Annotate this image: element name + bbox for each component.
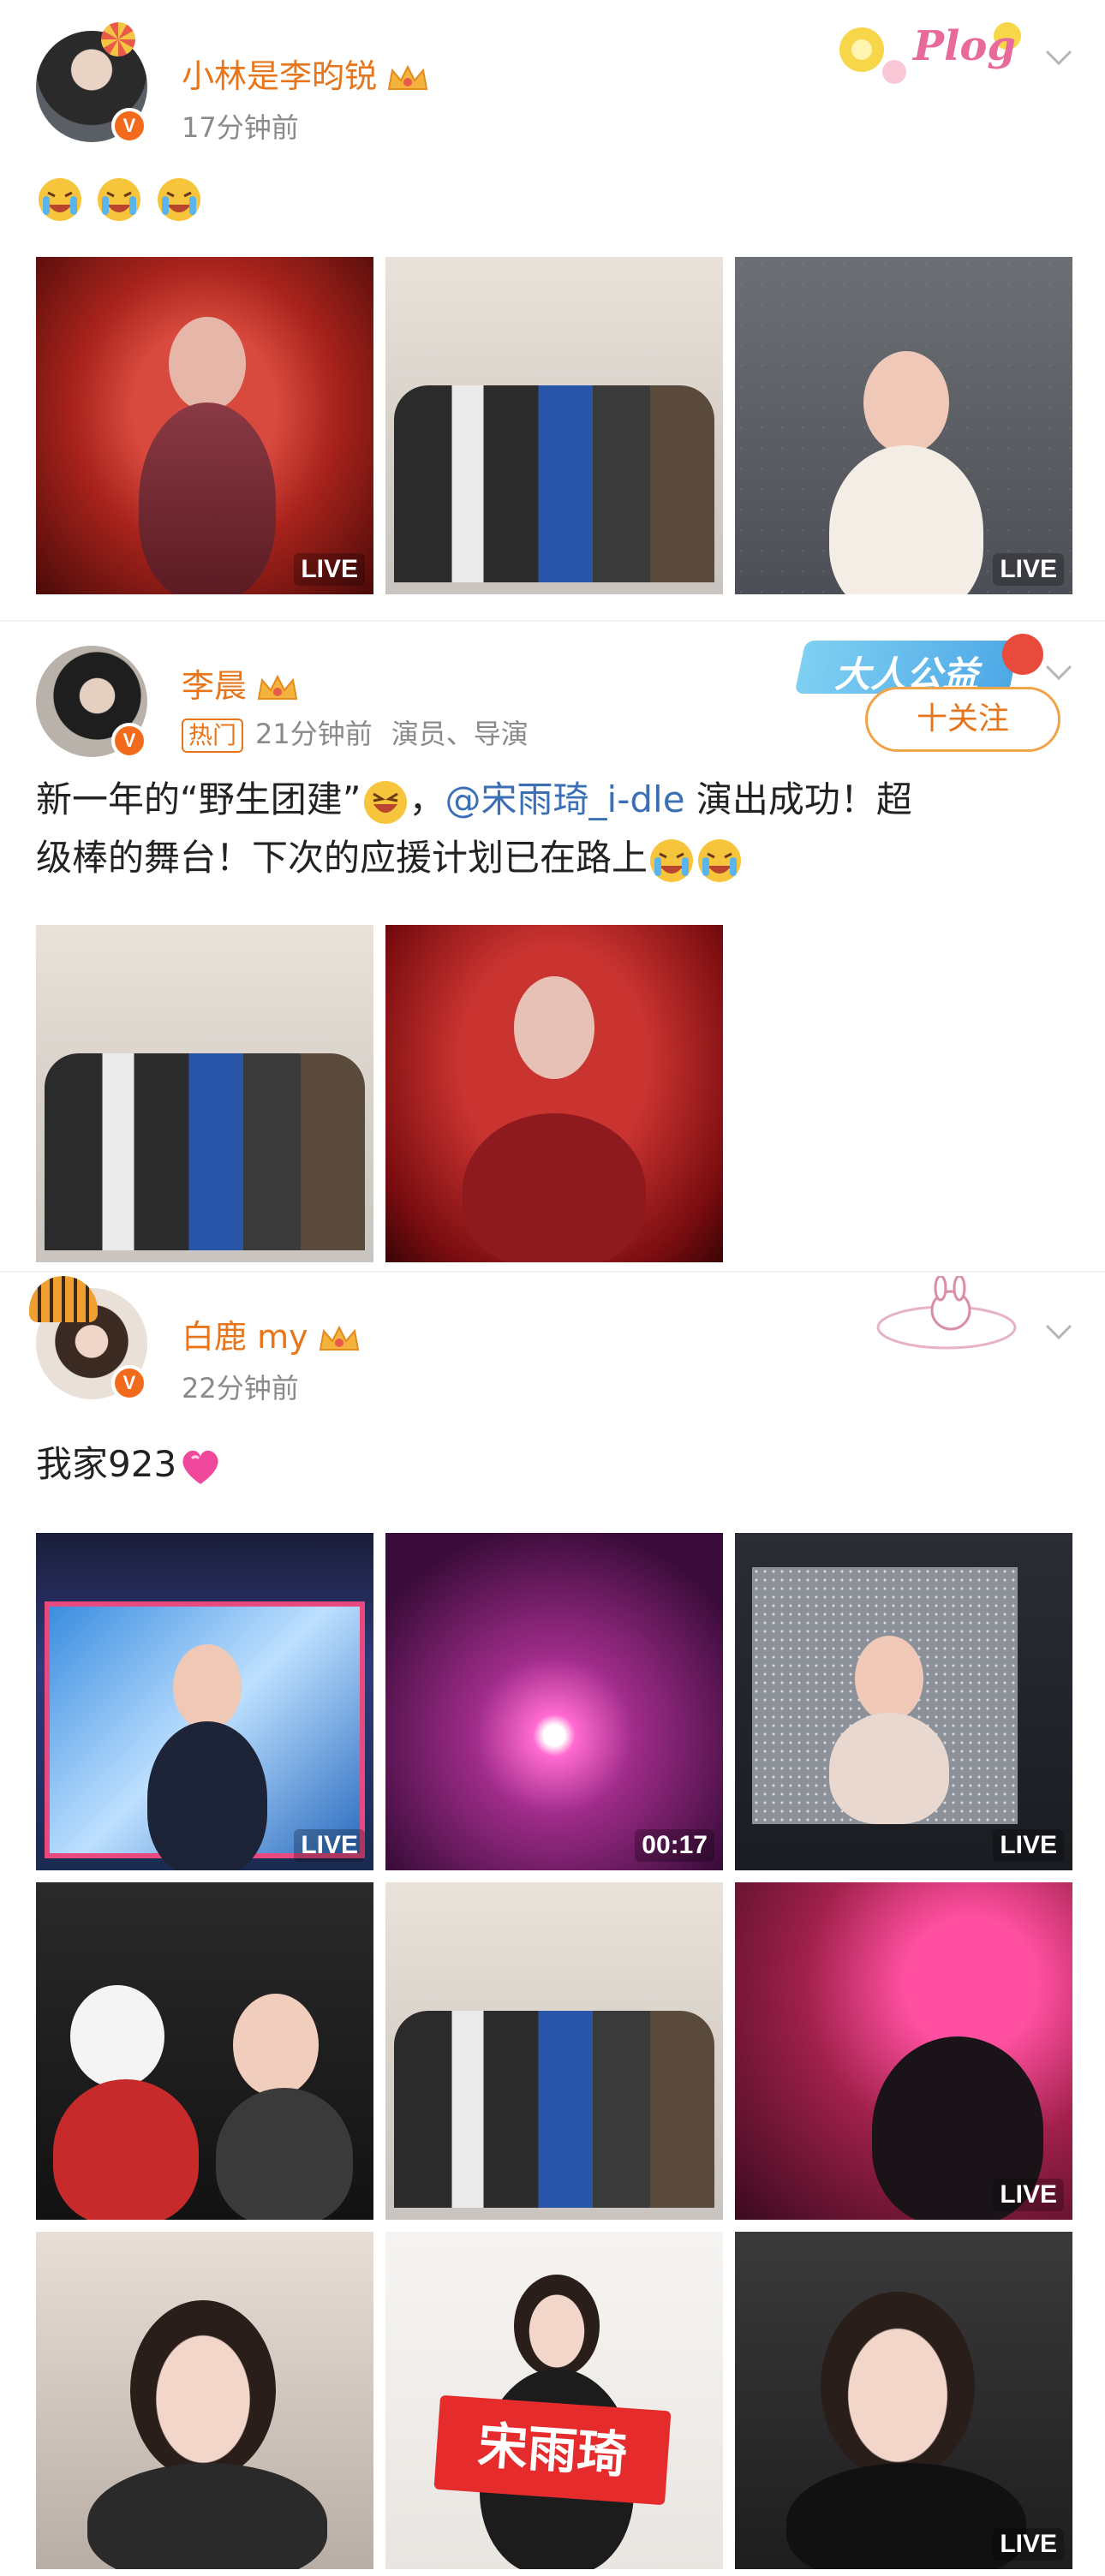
text-part: 新一年的“野生团建” — [36, 778, 361, 820]
live-badge: LIVE — [294, 1829, 365, 1862]
photo-6[interactable]: LIVE — [735, 1882, 1072, 2220]
photo-group — [394, 385, 714, 582]
crying-emoji-icon — [157, 177, 200, 221]
photo-banner: 宋雨琦 — [433, 2394, 672, 2506]
live-badge: LIVE — [993, 2528, 1064, 2561]
live-badge: LIVE — [993, 1829, 1064, 1862]
photo-1[interactable] — [36, 925, 373, 1262]
crying-emoji-icon — [98, 177, 141, 221]
photo-figure — [233, 1994, 319, 2096]
photo-figure — [216, 2088, 353, 2220]
username-text[interactable]: 白鹿 my — [182, 1318, 308, 1356]
photo-2[interactable] — [385, 257, 723, 594]
photo-2[interactable]: 00:17 — [385, 1533, 723, 1870]
hot-tag: 热门 — [182, 719, 244, 753]
photo-figure — [139, 402, 276, 594]
photo-figure — [514, 976, 594, 1079]
photo-1[interactable]: LIVE — [36, 257, 373, 594]
photo-figure — [70, 1985, 164, 2088]
photo-figure — [863, 351, 949, 454]
username-text[interactable]: 李晨 — [182, 667, 247, 705]
verified-badge-icon: V — [111, 1365, 147, 1401]
post-time: 22分钟前 — [182, 1367, 299, 1406]
chevron-down-icon[interactable] — [1042, 1319, 1076, 1345]
text-part: ， — [409, 778, 445, 820]
photo-5[interactable] — [385, 1882, 723, 2220]
username[interactable]: 白鹿 my — [182, 1310, 361, 1357]
crown-icon — [319, 1325, 359, 1351]
post-1: V 小林是李昀锐 17分钟前 Plog LIVE LIVE — [0, 0, 1105, 617]
post-3: V 白鹿 my 22分钟前 我家923 LIVE 00:17 LIVE LIVE… — [0, 1274, 1105, 2576]
photo-3[interactable]: LIVE — [735, 257, 1072, 594]
profession-text: 演员、导演 — [391, 718, 529, 750]
divider — [0, 620, 1105, 622]
photo-1[interactable]: LIVE — [36, 1533, 373, 1870]
time-text: 22分钟前 — [182, 1372, 299, 1404]
photo-group — [394, 2011, 714, 2208]
text-part: 演出成功！超 — [684, 778, 912, 820]
photo-2[interactable] — [385, 925, 723, 1262]
photo-figure — [130, 2300, 276, 2480]
mention-link[interactable]: @宋雨琦_i-dle — [445, 778, 685, 820]
crown-icon — [257, 674, 298, 700]
username[interactable]: 小林是李昀锐 — [182, 50, 430, 97]
live-badge: LIVE — [993, 553, 1064, 586]
photo-figure — [463, 1113, 646, 1262]
live-badge: LIVE — [294, 553, 365, 586]
post-text: 新一年的“野生团建” ，@宋雨琦_i-dle 演出成功！超 级棒的舞台！下次的应援… — [36, 771, 1072, 887]
photo-group — [45, 1053, 365, 1250]
bird-icon — [1002, 634, 1043, 675]
photo-8[interactable]: 宋雨琦 — [385, 2232, 723, 2569]
photo-figure — [821, 2292, 975, 2480]
emoji-row — [36, 168, 1072, 226]
photo-7[interactable] — [36, 2232, 373, 2569]
plog-sticker: Plog — [827, 10, 1033, 92]
crying-emoji-icon — [39, 177, 81, 221]
photo-9[interactable]: LIVE — [735, 2232, 1072, 2569]
chevron-down-icon[interactable] — [1042, 45, 1076, 70]
username-text[interactable]: 小林是李昀锐 — [182, 57, 377, 95]
photo-figure — [829, 1713, 949, 1824]
crown-icon — [387, 64, 428, 90]
live-badge: LIVE — [993, 2179, 1064, 2211]
lollipop-icon — [101, 22, 135, 57]
bunny-icon — [876, 1274, 1017, 1350]
text-part: 我家923 — [36, 1443, 177, 1485]
tiger-icon — [29, 1276, 98, 1322]
photo-figure — [173, 1644, 242, 1730]
time-text: 17分钟前 — [182, 111, 299, 144]
crying-emoji-icon — [650, 838, 694, 882]
photo-figure — [514, 2275, 600, 2377]
video-duration: 00:17 — [635, 1829, 714, 1862]
crying-emoji-icon — [698, 838, 742, 882]
post-meta: 热门 21分钟前 演员、导演 — [182, 713, 529, 753]
photo-figure — [169, 317, 246, 411]
heart-icon — [182, 1450, 218, 1484]
post-2: V 李晨 热门 21分钟前 演员、导演 大人公益 十关注 新一年的“野生团建” ，@宋… — [0, 634, 1105, 1267]
divider — [0, 1271, 1105, 1273]
bunny-sticker — [865, 1274, 1028, 1358]
post-text: 我家923 — [36, 1435, 1072, 1494]
post-time: 17分钟前 — [182, 106, 299, 146]
photo-figure — [829, 445, 983, 594]
chevron-down-icon[interactable] — [1042, 659, 1076, 685]
photo-figure — [786, 2463, 1026, 2569]
photo-3[interactable]: LIVE — [735, 1533, 1072, 1870]
photo-figure — [855, 1636, 923, 1721]
verified-badge-icon: V — [111, 723, 147, 759]
photo-figure — [87, 2463, 327, 2569]
plog-text: Plog — [913, 22, 1016, 70]
laughing-emoji-icon — [363, 780, 407, 824]
time-text: 21分钟前 — [255, 718, 373, 750]
banner-text: 宋雨琦 — [475, 2416, 630, 2484]
text-part: 级棒的舞台！下次的应援计划已在路上 — [36, 837, 648, 879]
verified-badge-icon: V — [111, 108, 147, 144]
photo-figure — [147, 1721, 267, 1870]
photo-4[interactable] — [36, 1882, 373, 2220]
username[interactable]: 李晨 — [182, 659, 300, 707]
follow-button[interactable]: 十关注 — [865, 687, 1060, 752]
photo-figure — [53, 2079, 199, 2220]
